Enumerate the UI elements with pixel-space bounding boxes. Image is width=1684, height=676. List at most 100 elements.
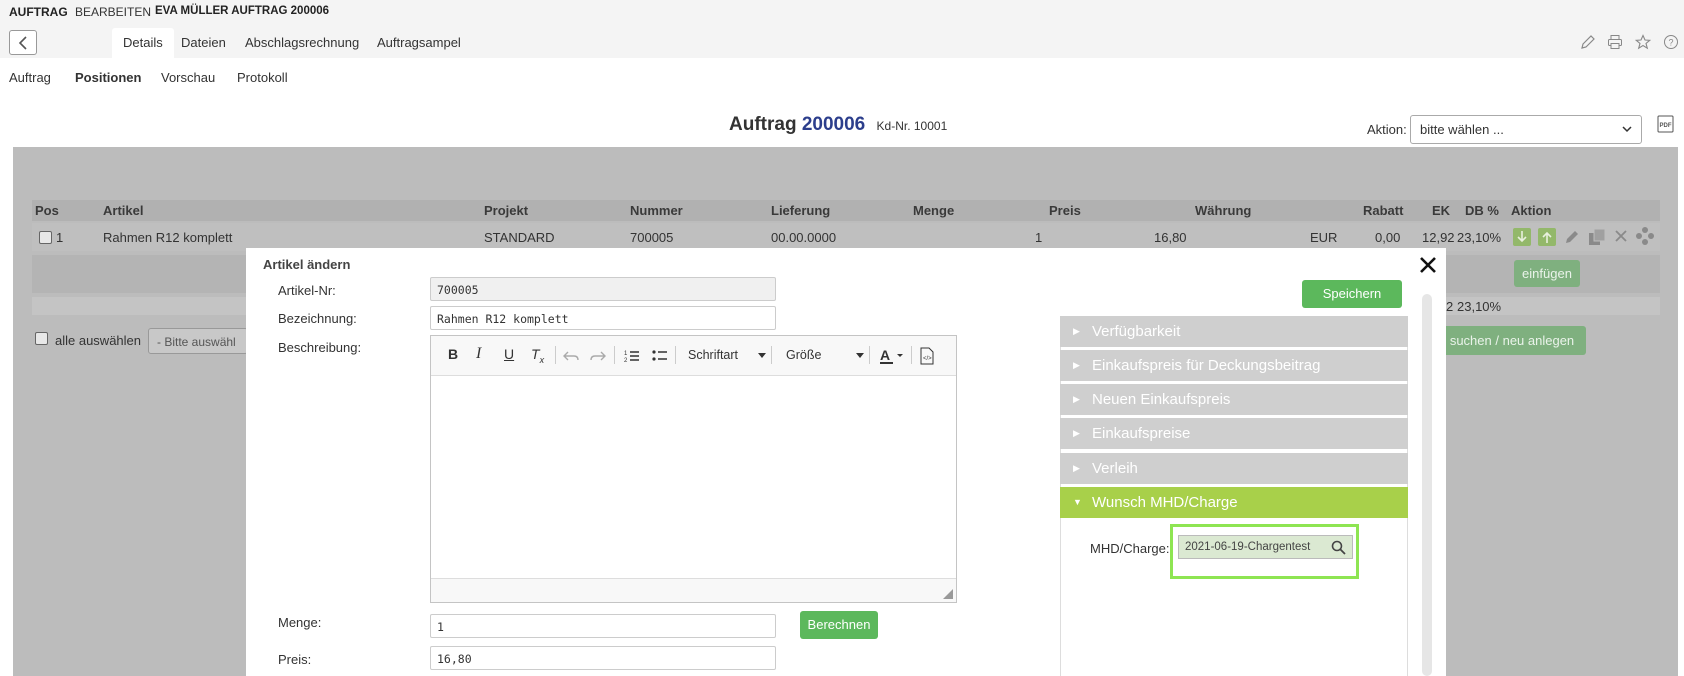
- accordion-neuen-einkaufspreis[interactable]: ▶ Neuen Einkaufspreis: [1060, 384, 1408, 415]
- pencil-icon[interactable]: [1580, 34, 1596, 50]
- cell-ek: 12,92: [1422, 230, 1455, 245]
- menge-label: Menge:: [278, 615, 322, 630]
- italic-icon[interactable]: I: [476, 345, 481, 363]
- caret-right-icon: ▶: [1073, 394, 1080, 404]
- bullet-list-icon[interactable]: [652, 348, 668, 364]
- tab-details[interactable]: Details: [112, 28, 174, 58]
- einfuegen-button[interactable]: einfügen: [1514, 260, 1580, 287]
- artikelnr-field: 700005: [430, 277, 776, 301]
- numbered-list-icon[interactable]: 12: [624, 348, 640, 364]
- description-editor[interactable]: B I U Tx 12 Schriftart Größe A </>: [430, 335, 957, 603]
- svg-text:A: A: [880, 347, 890, 363]
- accordion-label: Einkaufspreise: [1092, 425, 1191, 442]
- edit-icon[interactable]: [1563, 228, 1581, 246]
- undo-icon[interactable]: [563, 349, 579, 363]
- mhd-charge-field[interactable]: 2021-06-19-Chargentest: [1178, 535, 1353, 559]
- berechnen-button[interactable]: Berechnen: [800, 611, 878, 639]
- text-color-icon[interactable]: A: [880, 347, 906, 365]
- resize-handle-icon[interactable]: [943, 589, 953, 599]
- row-checkbox[interactable]: [39, 231, 52, 244]
- title-part-2: BEARBEITEN: [75, 5, 152, 19]
- svg-text:?: ?: [1668, 38, 1673, 48]
- svg-text:</>: </>: [923, 356, 932, 362]
- caret-down-icon: ▼: [1073, 497, 1082, 507]
- font-size-select[interactable]: Größe: [786, 348, 821, 362]
- col-nummer: Nummer: [630, 203, 683, 218]
- accordion-label: Verleih: [1092, 460, 1138, 477]
- caret-right-icon: ▶: [1073, 428, 1080, 438]
- caret-down-icon: [758, 353, 766, 358]
- subnav-positionen[interactable]: Positionen: [75, 70, 141, 85]
- preis-field[interactable]: 16,80: [430, 646, 776, 670]
- accordion-label: Einkaufspreis für Deckungsbeitrag: [1092, 357, 1321, 374]
- underline-icon[interactable]: U: [504, 346, 514, 362]
- clear-format-icon[interactable]: Tx: [531, 346, 544, 365]
- cell-preis: 16,80: [1154, 230, 1187, 245]
- move-handle-icon[interactable]: [1635, 226, 1655, 246]
- artikelnr-label: Artikel-Nr:: [278, 283, 336, 298]
- col-waehrung: Währung: [1195, 203, 1252, 218]
- delete-icon[interactable]: [1614, 229, 1628, 243]
- table-row: 1 Rahmen R12 komplett STANDARD 700005 00…: [32, 223, 1660, 251]
- font-family-select[interactable]: Schriftart: [688, 348, 738, 362]
- aktion-select-value: bitte wählen ...: [1420, 122, 1504, 137]
- cell-lieferung: 00.00.0000: [771, 230, 837, 245]
- bezeichnung-field[interactable]: Rahmen R12 komplett: [430, 306, 776, 330]
- tab-dateien[interactable]: Dateien: [170, 28, 237, 58]
- caret-right-icon: ▶: [1073, 360, 1080, 370]
- bulk-action-select[interactable]: - Bitte auswähl: [148, 328, 248, 354]
- back-button[interactable]: [9, 30, 37, 55]
- aktion-select[interactable]: bitte wählen ...: [1410, 115, 1642, 144]
- edit-article-modal: Artikel ändern Artikel-Nr: 700005 Bezeic…: [246, 248, 1446, 676]
- bold-icon[interactable]: B: [448, 346, 458, 362]
- page-title-label: Auftrag: [729, 114, 797, 135]
- pdf-icon[interactable]: PDF: [1657, 115, 1674, 133]
- search-icon[interactable]: [1331, 540, 1346, 555]
- caret-right-icon: ▶: [1073, 463, 1080, 473]
- tab-abschlagsrechnung[interactable]: Abschlagsrechnung: [234, 28, 370, 58]
- subnav-vorschau[interactable]: Vorschau: [161, 70, 215, 85]
- col-pos: Pos: [35, 203, 59, 218]
- redo-icon[interactable]: [590, 349, 606, 363]
- subnav-protokoll[interactable]: Protokoll: [237, 70, 288, 85]
- select-all-label: alle auswählen: [55, 333, 142, 348]
- bezeichnung-label: Bezeichnung:: [278, 311, 357, 326]
- save-button[interactable]: Speichern: [1302, 280, 1402, 308]
- move-up-icon[interactable]: [1538, 228, 1556, 246]
- accordion-einkaufspreise[interactable]: ▶ Einkaufspreise: [1060, 418, 1408, 449]
- positions-table-header: Pos Artikel Projekt Nummer Lieferung Men…: [32, 200, 1660, 221]
- svg-text:PDF: PDF: [1660, 123, 1672, 129]
- move-down-icon[interactable]: [1513, 228, 1531, 246]
- print-icon[interactable]: [1607, 34, 1623, 50]
- help-icon[interactable]: ?: [1663, 34, 1679, 50]
- toolbar-separator: [555, 346, 556, 364]
- col-lieferung: Lieferung: [771, 203, 831, 218]
- star-icon[interactable]: [1635, 34, 1651, 50]
- cell-artikel: Rahmen R12 komplett: [103, 230, 233, 245]
- subnav-auftrag[interactable]: Auftrag: [9, 70, 51, 85]
- beschreibung-label: Beschreibung:: [278, 340, 362, 355]
- close-icon[interactable]: [1417, 254, 1439, 276]
- accordion-label: Verfügbarkeit: [1092, 323, 1181, 340]
- page-title: Auftrag 200006 Kd-Nr. 10001: [729, 114, 947, 136]
- select-all-checkbox[interactable]: [35, 332, 48, 345]
- accordion-einkaufspreis-db[interactable]: ▶ Einkaufspreis für Deckungsbeitrag: [1060, 350, 1408, 381]
- accordion-verfuegbarkeit[interactable]: ▶ Verfügbarkeit: [1060, 316, 1408, 347]
- editor-toolbar: B I U Tx 12 Schriftart Größe A </>: [431, 336, 956, 376]
- col-aktion: Aktion: [1511, 203, 1552, 218]
- source-icon[interactable]: </>: [920, 347, 934, 365]
- col-rabatt: Rabatt: [1363, 203, 1404, 218]
- title-part-1: AUFTRAG: [9, 5, 68, 19]
- tab-bar: Details Dateien Abschlagsrechnung Auftra…: [0, 24, 1684, 58]
- copy-icon[interactable]: [1587, 227, 1607, 247]
- tab-auftragsampel[interactable]: Auftragsampel: [366, 28, 472, 58]
- col-artikel: Artikel: [103, 203, 144, 218]
- preis-label: Preis:: [278, 652, 312, 667]
- cell-waehrung: EUR: [1310, 230, 1338, 245]
- modal-scrollbar[interactable]: [1422, 294, 1432, 676]
- accordion-wunsch-mhd-charge[interactable]: ▼ Wunsch MHD/Charge: [1060, 487, 1408, 518]
- menge-field[interactable]: 1: [430, 614, 776, 638]
- chevron-left-icon: [18, 36, 27, 50]
- accordion-verleih[interactable]: ▶ Verleih: [1060, 453, 1408, 484]
- search-new-button[interactable]: suchen / neu anlegen: [1438, 326, 1586, 355]
